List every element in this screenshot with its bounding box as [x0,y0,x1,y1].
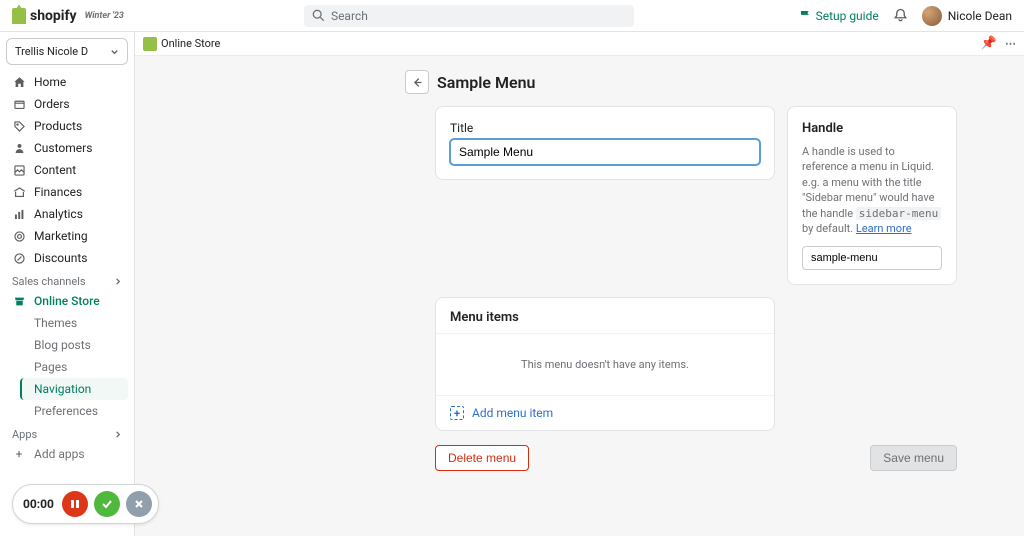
bell-icon[interactable] [893,8,908,23]
search-placeholder: Search [331,9,368,23]
plus-dashed-icon: + [450,406,464,420]
breadcrumb-bar: Online Store 📌 ⋯ [135,32,1024,56]
edition-text: Winter '23 [85,11,124,21]
nav-discounts[interactable]: Discounts [6,247,128,269]
handle-heading: Handle [802,121,942,136]
recorder-finish-button[interactable] [94,491,120,517]
nav-customers[interactable]: Customers [6,137,128,159]
chevron-right-icon[interactable] [113,430,122,439]
nav-home[interactable]: Home [6,71,128,93]
home-icon [12,76,26,89]
title-label: Title [450,121,760,135]
analytics-icon [12,208,26,221]
main-area: Online Store 📌 ⋯ Sample Menu Title Handl… [135,32,1024,536]
handle-card: Handle A handle is used to reference a m… [787,106,957,285]
setup-guide-link[interactable]: Setup guide [799,9,879,23]
nav-finances[interactable]: Finances [6,181,128,203]
subnav-navigation[interactable]: Navigation [20,378,128,400]
pause-icon [70,499,80,509]
handle-input[interactable] [802,246,942,270]
discounts-icon [12,252,26,265]
content-icon [12,164,26,177]
customers-icon [12,142,26,155]
chevron-down-icon [110,47,119,56]
plus-icon: + [12,447,26,461]
subnav-preferences[interactable]: Preferences [28,400,128,422]
recorder-time: 00:00 [23,497,54,511]
page-title: Sample Menu [437,73,535,92]
finances-icon [12,186,26,199]
pin-icon[interactable]: 📌 [981,36,997,51]
nav-products[interactable]: Products [6,115,128,137]
menu-items-heading: Menu items [436,298,774,334]
apps-label: Apps [6,422,128,443]
nav-analytics[interactable]: Analytics [6,203,128,225]
store-selector[interactable]: Trellis Nicole D [6,38,128,65]
more-icon[interactable]: ⋯ [1005,37,1016,50]
search-input[interactable]: Search [304,5,634,27]
screen-recorder-widget: 00:00 [12,484,159,524]
subnav-blog-posts[interactable]: Blog posts [28,334,128,356]
subnav-pages[interactable]: Pages [28,356,128,378]
avatar [922,6,942,26]
user-menu[interactable]: Nicole Dean [922,6,1012,26]
sidebar: Trellis Nicole D Home Orders Products Cu… [0,32,135,536]
menu-items-empty: This menu doesn't have any items. [436,334,774,395]
menu-title-input[interactable] [450,139,760,165]
shopify-bag-icon [12,8,26,24]
store-icon [143,37,157,51]
subnav-themes[interactable]: Themes [28,312,128,334]
delete-menu-button[interactable]: Delete menu [435,445,529,471]
nav-online-store[interactable]: Online Store [6,290,128,312]
back-button[interactable] [405,70,429,94]
close-icon [134,499,144,509]
nav-content[interactable]: Content [6,159,128,181]
nav-orders[interactable]: Orders [6,93,128,115]
sales-channels-label: Sales channels [6,269,128,290]
recorder-pause-button[interactable] [62,491,88,517]
logo[interactable]: shopify Winter '23 [12,8,124,24]
handle-help-text: A handle is used to reference a menu in … [802,144,942,236]
brand-text: shopify [30,8,77,24]
menu-items-card: Menu items This menu doesn't have any it… [435,297,775,431]
orders-icon [12,98,26,111]
recorder-cancel-button[interactable] [126,491,152,517]
top-bar: shopify Winter '23 Search Setup guide Ni… [0,0,1024,32]
flag-icon [799,9,812,22]
user-name: Nicole Dean [948,9,1012,23]
search-icon [312,9,325,22]
nav-marketing[interactable]: Marketing [6,225,128,247]
arrow-left-icon [411,76,424,89]
products-icon [12,120,26,133]
breadcrumb-text: Online Store [161,37,220,50]
store-icon [12,295,26,308]
save-menu-button[interactable]: Save menu [870,445,957,471]
title-card: Title [435,106,775,180]
nav-add-apps[interactable]: +Add apps [6,443,128,465]
marketing-icon [12,230,26,243]
chevron-right-icon[interactable] [113,277,122,286]
learn-more-link[interactable]: Learn more [856,222,912,235]
add-menu-item-button[interactable]: + Add menu item [436,395,774,430]
check-icon [101,498,113,510]
